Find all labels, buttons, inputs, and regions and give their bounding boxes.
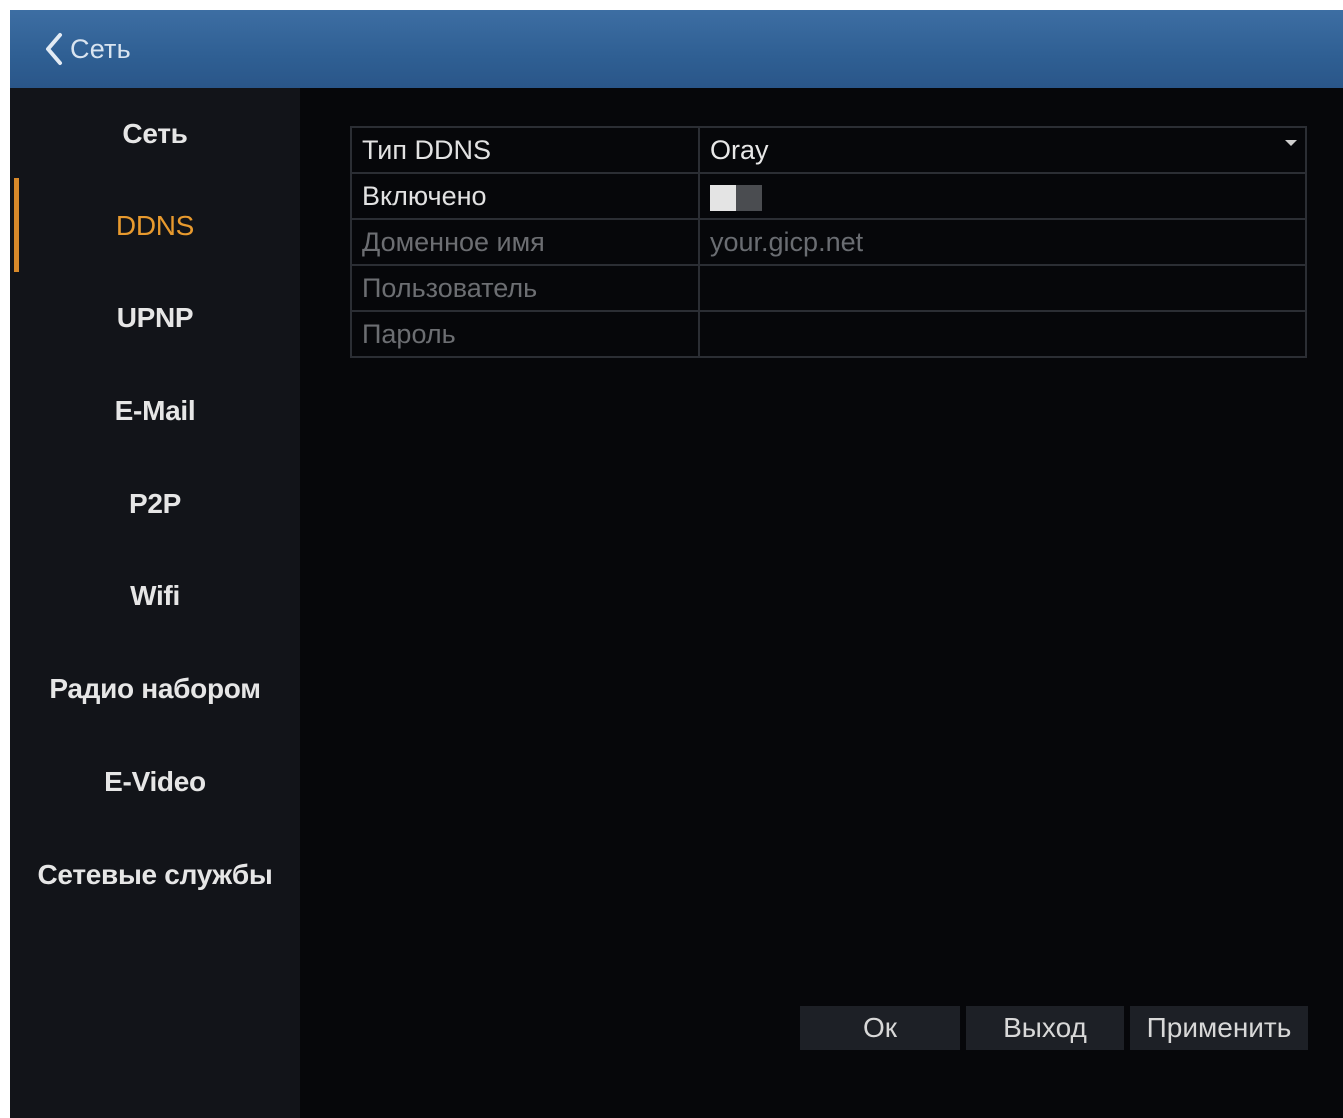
sidebar-item-label: DDNS <box>115 210 195 241</box>
user-row: Пользователь <box>350 264 1307 312</box>
sidebar-item-email[interactable]: E-Mail <box>10 365 300 457</box>
password-field[interactable] <box>698 310 1307 358</box>
sidebar-item-p2p[interactable]: P2P <box>10 458 300 550</box>
ddns-type-label: Тип DDNS <box>350 126 700 174</box>
password-label: Пароль <box>350 310 700 358</box>
domain-field[interactable]: your.gicp.net <box>698 218 1307 266</box>
apply-button[interactable]: Применить <box>1130 1006 1308 1050</box>
enabled-label: Включено <box>350 172 700 220</box>
sidebar-item-label: E-Mail <box>114 395 196 426</box>
sidebar-item-label: Wifi <box>130 580 180 611</box>
sidebar-item-label: E-Video <box>104 766 206 797</box>
user-label: Пользователь <box>350 264 700 312</box>
sidebar-item-label: Сетевые службы <box>37 859 273 890</box>
ddns-type-value: Oray <box>710 134 769 165</box>
sidebar-item-label: UPNP <box>116 302 194 333</box>
ddns-settings-table: Тип DDNS Oray Включено Доменное имя your… <box>350 126 1307 358</box>
sidebar-item-ddns[interactable]: DDNS <box>10 180 300 272</box>
sidebar-item-label: P2P <box>128 488 182 519</box>
sidebar-item-label: Сеть <box>122 118 188 149</box>
domain-row: Доменное имя your.gicp.net <box>350 218 1307 266</box>
enabled-toggle[interactable] <box>710 185 762 212</box>
user-field[interactable] <box>698 264 1307 312</box>
sidebar: Сеть DDNS UPNP E-Mail P2P Wifi Радио наб… <box>10 88 300 1118</box>
ok-button[interactable]: Ок <box>800 1006 960 1050</box>
toggle-knob <box>710 185 736 212</box>
sidebar-item-wifi[interactable]: Wifi <box>10 550 300 642</box>
domain-label: Доменное имя <box>350 218 700 266</box>
titlebar: Сеть <box>10 10 1343 88</box>
page-title: Сеть <box>70 33 131 64</box>
window: Сеть Сеть DDNS UPNP E-Mail P2P Wifi Ради… <box>10 10 1343 1118</box>
chevron-left-icon <box>44 32 64 66</box>
sidebar-item-upnp[interactable]: UPNP <box>10 272 300 364</box>
dropdown-arrow-icon <box>1285 140 1297 146</box>
sidebar-item-label: Радио набором <box>49 673 261 704</box>
sidebar-item-evideo[interactable]: E-Video <box>10 736 300 828</box>
ddns-type-select[interactable]: Oray <box>698 126 1307 174</box>
enabled-row: Включено <box>350 172 1307 220</box>
sidebar-item-network[interactable]: Сеть <box>10 88 300 180</box>
content-panel: Тип DDNS Oray Включено Доменное имя your… <box>300 88 1343 1118</box>
ddns-type-row: Тип DDNS Oray <box>350 126 1307 174</box>
back-button[interactable]: Сеть <box>10 10 131 88</box>
sidebar-item-dialup[interactable]: Радио набором <box>10 643 300 735</box>
exit-button[interactable]: Выход <box>966 1006 1124 1050</box>
sidebar-item-network-services[interactable]: Сетевые службы <box>10 829 300 921</box>
password-row: Пароль <box>350 310 1307 358</box>
enabled-cell <box>698 172 1307 220</box>
